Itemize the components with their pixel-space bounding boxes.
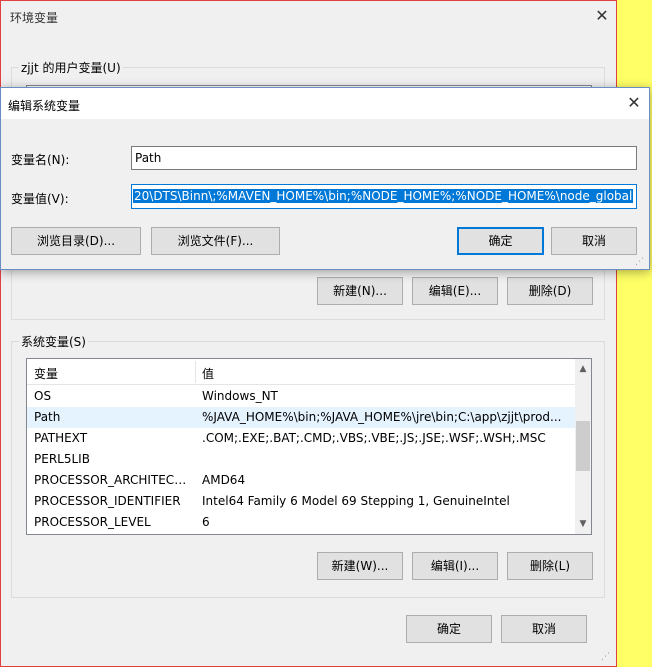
table-row[interactable]: PROCESSOR_IDENTIFIER Intel64 Family 6 Mo… [27,491,575,512]
browse-directory-button[interactable]: 浏览目录(D)... [11,227,141,255]
system-variables-list[interactable]: 变量 值 OS Windows_NT Path %JAVA_HOME%\bin;… [26,358,592,535]
system-list-header: 变量 值 [27,359,575,385]
row-value: .COM;.EXE;.BAT;.CMD;.VBS;.VBE;.JS;.JSE;.… [202,431,546,445]
edit-dialog-resize-grip-icon[interactable]: ⋰ [635,256,647,268]
edit-ok-button[interactable]: 确定 [457,227,544,255]
env-cancel-button[interactable]: 取消 [501,615,587,643]
row-value: Intel64 Family 6 Model 69 Stepping 1, Ge… [202,494,510,508]
user-edit-button[interactable]: 编辑(E)... [412,277,498,305]
table-row[interactable]: PROCESSOR_LEVEL 6 [27,512,575,533]
system-new-button[interactable]: 新建(W)... [317,552,403,580]
row-value: Windows_NT [202,389,278,403]
env-window-close-icon[interactable]: ✕ [591,6,613,28]
variable-name-label: 变量名(N): [11,153,70,167]
edit-dialog-titlebar[interactable]: 编辑系统变量 ✕ [1,88,649,119]
edit-dialog-close-icon[interactable]: ✕ [623,93,645,115]
edit-dialog-title: 编辑系统变量 [8,99,81,113]
row-name: Path [34,410,61,424]
user-variables-label: zjjt 的用户变量(U) [19,59,123,76]
row-value: %JAVA_HOME%\bin;%JAVA_HOME%\jre\bin;C:\a… [202,410,562,424]
scrollbar-thumb[interactable] [576,421,590,471]
edit-cancel-button[interactable]: 取消 [551,227,637,255]
column-header-value[interactable]: 值 [202,365,214,382]
row-value: 6 [202,515,210,529]
row-name: PATHEXT [34,431,88,445]
table-row[interactable]: PATHEXT .COM;.EXE;.BAT;.CMD;.VBS;.VBE;.J… [27,428,575,449]
system-list-scrollbar[interactable]: ▲ ▼ [575,359,591,534]
table-row-selected[interactable]: Path %JAVA_HOME%\bin;%JAVA_HOME%\jre\bin… [27,407,575,428]
table-row[interactable]: OS Windows_NT [27,386,575,407]
table-row[interactable]: PERL5LIB [27,449,575,470]
column-divider[interactable] [195,361,196,383]
scroll-up-arrow-icon[interactable]: ▲ [575,361,591,377]
browse-file-button[interactable]: 浏览文件(F)... [151,227,280,255]
row-value: AMD64 [202,473,246,487]
variable-value-label: 变量值(V): [11,192,69,206]
system-variables-label: 系统变量(S) [19,333,88,350]
row-name: PROCESSOR_ARCHITECT... [34,473,190,487]
row-name: OS [34,389,52,403]
variable-name-input[interactable]: Path [131,146,637,170]
scroll-down-arrow-icon[interactable]: ▼ [575,516,591,532]
user-delete-button[interactable]: 删除(D) [507,277,593,305]
row-name: PERL5LIB [34,452,90,466]
env-ok-button[interactable]: 确定 [406,615,492,643]
user-new-button[interactable]: 新建(N)... [317,277,403,305]
row-name: PROCESSOR_IDENTIFIER [34,494,181,508]
column-header-name[interactable]: 变量 [34,365,58,382]
table-row[interactable]: PROCESSOR_ARCHITECT... AMD64 [27,470,575,491]
row-name: PROCESSOR_LEVEL [34,515,151,529]
system-edit-button[interactable]: 编辑(I)... [412,552,498,580]
edit-variable-dialog: 编辑系统变量 ✕ 变量名(N): Path 变量值(V): 20\DTS\Bin… [0,87,650,270]
variable-value-selected-text: 20\DTS\Binn\;%MAVEN_HOME%\bin;%NODE_HOME… [133,189,634,203]
system-delete-button[interactable]: 删除(L) [507,552,593,580]
env-window-title: 环境变量 [10,11,59,25]
resize-grip-icon[interactable]: ⋰ [601,651,613,663]
variable-value-input[interactable]: 20\DTS\Binn\;%MAVEN_HOME%\bin;%NODE_HOME… [131,184,637,209]
